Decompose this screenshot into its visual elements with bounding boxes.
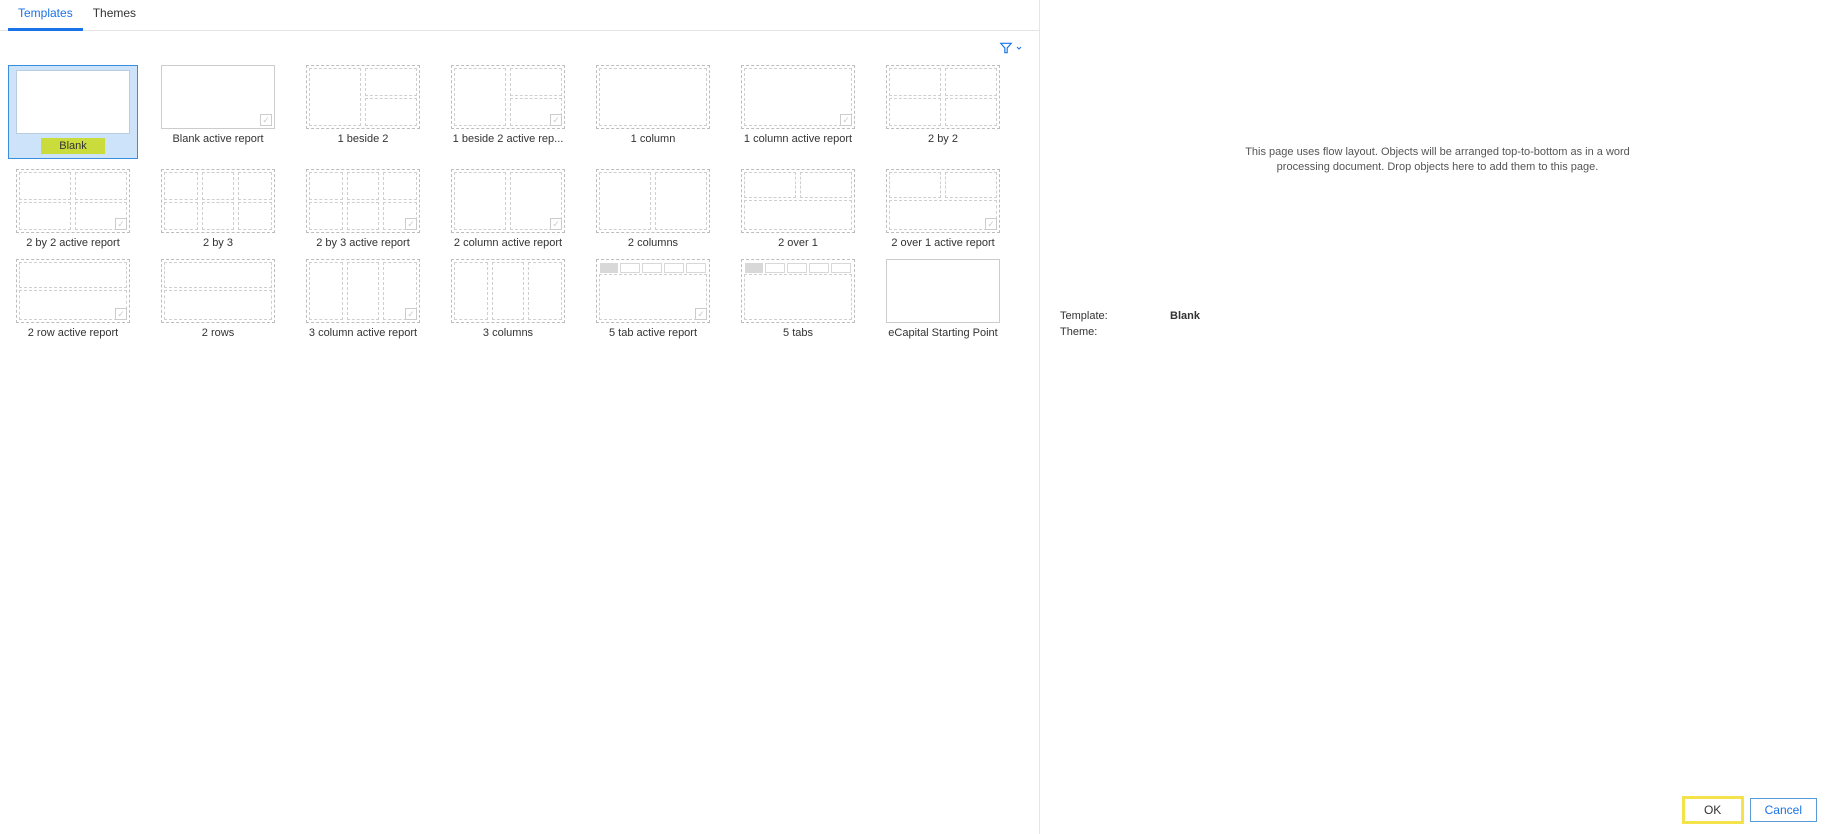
template-card-blank[interactable]: Blank xyxy=(8,65,138,159)
template-label: 5 tabs xyxy=(783,327,813,339)
active-report-badge-icon: ✓ xyxy=(695,308,707,320)
tabs-bar: Templates Themes xyxy=(0,0,1039,31)
template-thumb: ✓ xyxy=(741,65,855,129)
template-thumb: ✓ xyxy=(886,169,1000,233)
template-thumb xyxy=(596,65,710,129)
template-label: 2 over 1 xyxy=(778,237,818,249)
template-thumb xyxy=(741,169,855,233)
template-card-3col-active[interactable]: ✓ 3 column active report xyxy=(298,259,428,339)
template-card-ecap[interactable]: eCapital Starting Point xyxy=(878,259,1008,339)
active-report-badge-icon: ✓ xyxy=(405,218,417,230)
template-label: 1 column xyxy=(631,133,676,145)
template-label: 2 by 3 active report xyxy=(316,237,410,249)
active-report-badge-icon: ✓ xyxy=(550,218,562,230)
template-label: 3 column active report xyxy=(309,327,417,339)
template-thumb: ✓ xyxy=(161,65,275,129)
tab-themes[interactable]: Themes xyxy=(83,0,146,30)
template-thumb xyxy=(741,259,855,323)
template-thumb: ✓ xyxy=(16,169,130,233)
template-label: 2 row active report xyxy=(28,327,118,339)
template-thumb xyxy=(161,169,275,233)
template-card-5tab[interactable]: 5 tabs xyxy=(733,259,863,339)
template-label: 2 by 2 active report xyxy=(26,237,120,249)
template-card-2rows[interactable]: 2 rows xyxy=(153,259,283,339)
active-report-badge-icon: ✓ xyxy=(260,114,272,126)
template-card-5tab-active[interactable]: ✓ 5 tab active report xyxy=(588,259,718,339)
meta-theme-label: Theme: xyxy=(1060,326,1130,338)
template-label: 1 column active report xyxy=(744,133,852,145)
template-card-1column[interactable]: 1 column xyxy=(588,65,718,159)
preview-description: This page uses flow layout. Objects will… xyxy=(1228,145,1648,176)
preview-area: This page uses flow layout. Objects will… xyxy=(1060,10,1815,310)
meta-template-value: Blank xyxy=(1170,310,1200,322)
template-label: 2 rows xyxy=(202,327,234,339)
template-thumb: ✓ xyxy=(451,169,565,233)
template-thumb xyxy=(886,259,1000,323)
meta-template-label: Template: xyxy=(1060,310,1130,322)
template-label: eCapital Starting Point xyxy=(888,327,997,339)
template-card-2by2[interactable]: 2 by 2 xyxy=(878,65,1008,159)
template-label: 2 over 1 active report xyxy=(891,237,994,249)
template-card-2by3-active[interactable]: ✓ 2 by 3 active report xyxy=(298,169,428,249)
template-label: 3 columns xyxy=(483,327,533,339)
template-label: 2 column active report xyxy=(454,237,562,249)
template-label: Blank active report xyxy=(172,133,263,145)
template-label: 5 tab active report xyxy=(609,327,697,339)
template-card-2col[interactable]: 2 columns xyxy=(588,169,718,249)
template-card-2over1-active[interactable]: ✓ 2 over 1 active report xyxy=(878,169,1008,249)
template-card-2by2-active[interactable]: ✓ 2 by 2 active report xyxy=(8,169,138,249)
template-card-1beside2-active[interactable]: ✓ 1 beside 2 active rep... xyxy=(443,65,573,159)
filter-icon xyxy=(999,41,1013,55)
template-thumb: ✓ xyxy=(596,259,710,323)
template-thumb xyxy=(161,259,275,323)
template-card-blank-active[interactable]: ✓ Blank active report xyxy=(153,65,283,159)
template-thumb xyxy=(306,65,420,129)
active-report-badge-icon: ✓ xyxy=(115,218,127,230)
template-grid: Blank ✓ Blank active report 1 beside 2 ✓ 1 be… xyxy=(0,59,1039,345)
template-card-2over1[interactable]: 2 over 1 xyxy=(733,169,863,249)
preview-meta: Template: Blank Theme: xyxy=(1060,310,1815,342)
template-label: 1 beside 2 active rep... xyxy=(453,133,564,145)
filter-button[interactable] xyxy=(995,37,1027,59)
tab-templates[interactable]: Templates xyxy=(8,0,83,31)
template-card-2row-active[interactable]: ✓ 2 row active report xyxy=(8,259,138,339)
template-thumb: ✓ xyxy=(306,259,420,323)
template-thumb: ✓ xyxy=(16,259,130,323)
active-report-badge-icon: ✓ xyxy=(405,308,417,320)
template-label: Blank xyxy=(41,138,105,154)
ok-button[interactable]: OK xyxy=(1684,798,1742,822)
template-thumb xyxy=(596,169,710,233)
template-card-3col[interactable]: 3 columns xyxy=(443,259,573,339)
template-thumb xyxy=(451,259,565,323)
template-card-1beside2[interactable]: 1 beside 2 xyxy=(298,65,428,159)
active-report-badge-icon: ✓ xyxy=(985,218,997,230)
template-label: 1 beside 2 xyxy=(338,133,389,145)
active-report-badge-icon: ✓ xyxy=(115,308,127,320)
active-report-badge-icon: ✓ xyxy=(550,114,562,126)
template-thumb xyxy=(886,65,1000,129)
template-thumb: ✓ xyxy=(451,65,565,129)
template-label: 2 columns xyxy=(628,237,678,249)
template-card-1column-active[interactable]: ✓ 1 column active report xyxy=(733,65,863,159)
cancel-button[interactable]: Cancel xyxy=(1750,798,1817,822)
template-thumb: ✓ xyxy=(306,169,420,233)
active-report-badge-icon: ✓ xyxy=(840,114,852,126)
template-card-2col-active[interactable]: ✓ 2 column active report xyxy=(443,169,573,249)
chevron-down-icon xyxy=(1015,44,1023,52)
template-label: 2 by 2 xyxy=(928,133,958,145)
template-thumb xyxy=(16,70,130,134)
template-card-2by3[interactable]: 2 by 3 xyxy=(153,169,283,249)
template-label: 2 by 3 xyxy=(203,237,233,249)
